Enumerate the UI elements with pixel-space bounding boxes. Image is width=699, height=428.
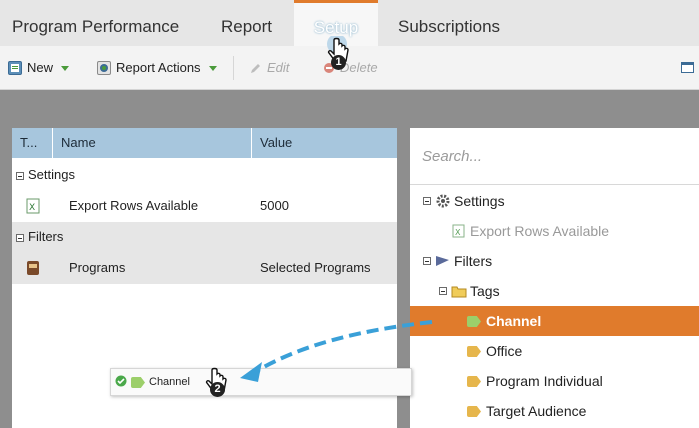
- collapse-icon[interactable]: [16, 233, 24, 242]
- collapse-icon[interactable]: [423, 257, 431, 265]
- edit-label: Edit: [267, 60, 290, 75]
- search-box[interactable]: Search...: [410, 128, 699, 185]
- column-header-value[interactable]: Value: [252, 128, 397, 158]
- window-maximize-icon[interactable]: [681, 62, 694, 73]
- tree-node-channel[interactable]: Channel: [410, 306, 699, 336]
- tree-node-label: Target Audience: [486, 403, 587, 419]
- tree-node-label: Tags: [470, 283, 500, 299]
- tree-node-label: Office: [486, 343, 523, 359]
- folder-icon: [451, 286, 467, 298]
- tree-node-settings[interactable]: Settings: [410, 186, 699, 216]
- tree-node-label: Export Rows Available: [470, 223, 610, 239]
- program-icon: [27, 261, 39, 275]
- column-header-type[interactable]: T...: [12, 128, 53, 158]
- row-value: Selected Programs: [260, 260, 371, 275]
- check-icon: [115, 375, 127, 387]
- funnel-icon: [436, 256, 449, 266]
- new-button[interactable]: New: [8, 59, 70, 77]
- tree-node-filters[interactable]: Filters: [410, 246, 699, 276]
- tree-node-label: Settings: [454, 193, 505, 209]
- drag-ghost: Channel: [110, 368, 412, 396]
- row-name: Export Rows Available: [69, 198, 199, 213]
- tag-icon: [467, 406, 481, 417]
- svg-text:X: X: [29, 203, 35, 213]
- new-icon: [8, 61, 22, 75]
- table-row[interactable]: Programs Selected Programs: [12, 252, 397, 284]
- column-header-name[interactable]: Name: [53, 128, 252, 158]
- group-label: Filters: [28, 229, 64, 244]
- gear-icon: [436, 194, 450, 208]
- report-actions-icon: [97, 61, 111, 75]
- tree-node-label: Channel: [486, 313, 542, 329]
- tag-icon: [467, 316, 481, 327]
- tree-node-target-audience[interactable]: Target Audience: [410, 396, 699, 426]
- step-badge-2: 2: [210, 382, 225, 397]
- toolbar-divider: [233, 56, 234, 80]
- search-input[interactable]: Search...: [422, 148, 482, 165]
- tag-icon: [467, 376, 481, 387]
- field-tree-panel: Search... Settings X Export Rows Availab…: [410, 128, 699, 428]
- tree-node-program-individual[interactable]: Program Individual: [410, 366, 699, 396]
- chevron-down-icon: [61, 65, 70, 71]
- row-value: 5000: [260, 198, 289, 213]
- tree-node-office[interactable]: Office: [410, 336, 699, 366]
- report-actions-button[interactable]: Report Actions: [97, 59, 217, 77]
- tree-node-tags[interactable]: Tags: [410, 276, 699, 306]
- tree-node-label: Filters: [454, 253, 493, 269]
- step-badge-1: 1: [331, 55, 346, 70]
- excel-icon: X: [26, 198, 40, 214]
- tab-report[interactable]: Report: [221, 0, 272, 46]
- tag-icon: [467, 346, 481, 357]
- edit-button[interactable]: Edit: [249, 59, 289, 77]
- group-label: Settings: [28, 167, 75, 182]
- chevron-down-icon: [208, 65, 217, 71]
- new-label: New: [27, 60, 54, 75]
- collapse-icon[interactable]: [439, 287, 447, 295]
- table-row[interactable]: X Export Rows Available 5000: [12, 190, 397, 222]
- grid-header: T... Name Value: [12, 128, 397, 158]
- excel-icon: X: [452, 224, 465, 238]
- tree-node-label: Program Individual: [486, 373, 603, 389]
- svg-text:X: X: [455, 228, 461, 237]
- group-row-filters[interactable]: Filters: [12, 222, 397, 252]
- row-name: Programs: [69, 260, 126, 275]
- tree-node-export-rows-available[interactable]: X Export Rows Available: [410, 216, 699, 246]
- pencil-icon: [251, 63, 260, 73]
- report-actions-label: Report Actions: [116, 60, 201, 75]
- drag-label: Channel: [149, 376, 190, 388]
- tab-program-performance[interactable]: Program Performance: [12, 0, 179, 46]
- tab-subscriptions[interactable]: Subscriptions: [398, 0, 500, 46]
- collapse-icon[interactable]: [16, 171, 24, 180]
- group-row-settings[interactable]: Settings: [12, 160, 397, 190]
- collapse-icon[interactable]: [423, 197, 431, 205]
- tag-icon: [131, 377, 145, 388]
